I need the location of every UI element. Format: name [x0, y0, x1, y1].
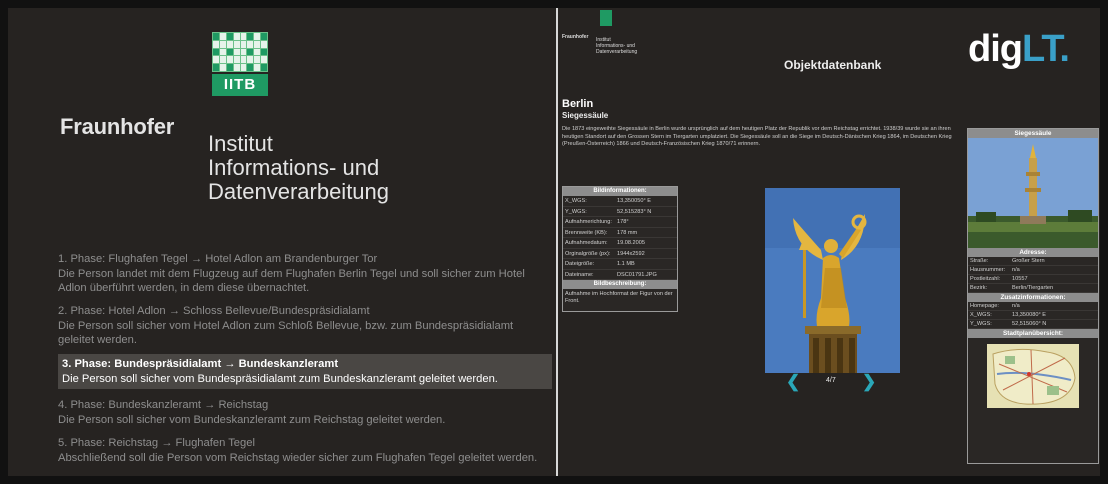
info-key: Dateiname:: [565, 271, 594, 278]
address-value: Großer Stern: [1012, 258, 1045, 264]
iitb-logo: IITB: [212, 32, 268, 96]
info-key: X_WGS:: [565, 198, 587, 204]
info-key: Aufnahmerichtung:: [565, 219, 612, 225]
phase-item-3-active[interactable]: 3. Phase: Bundespräsidialamt → Bundeskan…: [58, 354, 552, 389]
address-value: Berlin/Tiergarten: [1012, 285, 1054, 291]
extra-key: X_WGS:: [970, 312, 992, 318]
info-value: 178°: [617, 219, 629, 225]
info-key: Y_WGS:: [565, 208, 587, 215]
info-key: Brennweite (KB):: [565, 229, 608, 236]
info-value: 52,515283° N: [617, 208, 652, 215]
phase-title: 2. Phase: Hotel Adlon → Schloss Bellevue…: [58, 305, 370, 317]
phase-item-1[interactable]: 1. Phase: Flughafen Tegel → Hotel Adlon …: [58, 252, 550, 296]
iitb-logo-text: IITB: [212, 74, 268, 96]
phase-text: Die Person soll sicher vom Bundeskanzler…: [58, 413, 446, 426]
phase-item-5[interactable]: 5. Phase: Reichstag → Flughafen Tegel Ab…: [58, 436, 550, 465]
institute-line: Datenverarbeitung: [208, 179, 390, 204]
info-value: 1944x2592: [617, 250, 645, 257]
info-value: 178 mm: [617, 229, 638, 236]
phase-item-2[interactable]: 2. Phase: Hotel Adlon → Schloss Bellevue…: [58, 304, 550, 348]
extra-value: n/a: [1012, 303, 1020, 309]
info-row: Dateiname: DSC01791.JPG: [563, 270, 677, 280]
fh-small-name: Fraunhofer: [562, 34, 589, 40]
victoria-statue-image: [765, 188, 900, 373]
page-title: Objektdatenbank: [784, 58, 882, 72]
extra-value: 13,350080° E: [1012, 312, 1046, 318]
extra-row: Y_WGS: 52,515060° N: [968, 320, 1098, 329]
phase-text: Die Person landet mit dem Flugzeug auf d…: [58, 267, 525, 295]
institute-line: Institut: [208, 131, 273, 156]
info-value: 1.1 MB: [617, 261, 635, 267]
address-key: Postleitzahl:: [970, 276, 1001, 282]
extra-row: X_WGS: 13,350080° E: [968, 311, 1098, 320]
next-image-arrow-icon[interactable]: ❯: [862, 372, 876, 392]
phase-text: Die Person soll sicher vom Bundespräsidi…: [62, 372, 498, 385]
extra-key: Homepage:: [970, 303, 999, 309]
phase-title: 5. Phase: Reichstag → Flughafen Tegel: [58, 437, 255, 449]
info-value: DSC01791.JPG: [617, 271, 657, 278]
prev-image-arrow-icon[interactable]: ❮: [786, 372, 800, 392]
fh-small-institute: Institut Informations- und Datenverarbei…: [596, 37, 656, 55]
column-thumbnail-image: [968, 138, 1098, 248]
info-value: 13,350050° E: [617, 198, 651, 204]
address-key: Hausnummer:: [970, 267, 1006, 273]
info-row: Brennweite (KB): 178 mm: [563, 228, 677, 238]
info-row: Orginalgröße (px): 1944x2592: [563, 249, 677, 259]
stadtplan-header: Stadtplanübersicht:: [968, 329, 1098, 338]
fh-small-line: Datenverarbeitung: [596, 49, 638, 55]
address-key: Bezirk:: [970, 285, 988, 291]
info-key: Orginalgröße (px):: [565, 250, 611, 257]
phase-text: Abschließend soll die Person vom Reichst…: [58, 451, 538, 464]
iitb-logo-grid-icon: [212, 32, 268, 72]
phase-item-4[interactable]: 4. Phase: Bundeskanzleramt → Reichstag D…: [58, 398, 550, 427]
address-row: Hausnummer: n/a: [968, 266, 1098, 275]
city-map[interactable]: [987, 344, 1079, 408]
diglt-logo-b: LT.: [1021, 28, 1070, 70]
adresse-header: Adresse:: [968, 248, 1098, 257]
phase-title: 4. Phase: Bundeskanzleramt → Reichstag: [58, 399, 269, 411]
org-name: Fraunhofer: [60, 114, 175, 139]
institute-line: Informations- und: [208, 155, 380, 180]
diglt-logo-a: dig: [968, 28, 1023, 70]
city-heading: Berlin: [562, 98, 594, 110]
info-key: Dateigröße:: [565, 261, 595, 267]
info-key: Aufnahmedatum:: [565, 240, 608, 246]
institute-name: Institut Informations- und Datenverarbei…: [208, 132, 389, 204]
extra-row: Homepage: n/a: [968, 302, 1098, 311]
info-row: Aufnahmerichtung: 178°: [563, 217, 677, 228]
address-value: 10557: [1012, 276, 1028, 282]
object-sidebar: Siegessäule Adresse: Straße: Großer Stern…: [967, 128, 1099, 464]
address-value: n/a: [1012, 267, 1020, 273]
phase-title: 1. Phase: Flughafen Tegel → Hotel Adlon …: [58, 253, 378, 265]
main-photo[interactable]: [765, 188, 900, 373]
info-row: X_WGS: 13,350050° E: [563, 196, 677, 207]
bildinfo-header: Bildinformationen:: [563, 187, 677, 196]
object-description: Die 1873 eingeweihte Siegessäule in Berl…: [562, 126, 952, 148]
phase-title: 3. Phase: Bundespräsidialamt → Bundeskan…: [62, 358, 339, 370]
info-row: Dateigröße: 1.1 MB: [563, 259, 677, 270]
siegessaeule-thumbnail[interactable]: [968, 138, 1098, 248]
bildbeschreibung-header: Bildbeschreibung:: [563, 280, 677, 289]
image-pager: ❮ 4/7 ❯: [786, 372, 880, 392]
info-row: Y_WGS: 52,515283° N: [563, 207, 677, 217]
info-row: Aufnahmedatum: 19.08.2005: [563, 238, 677, 249]
bildbeschreibung-text: Aufnahme im Hochformat der Figur von der…: [565, 291, 673, 304]
berlin-map-image: [987, 344, 1079, 408]
address-row: Bezirk: Berlin/Tiergarten: [968, 284, 1098, 293]
object-heading: Siegessäule: [562, 111, 609, 120]
pager-count: 4/7: [826, 377, 836, 384]
zusatz-header: Zusatzinformationen:: [968, 293, 1098, 302]
diglt-logo: digLT.: [968, 28, 1070, 71]
bildinformationen-box: Bildinformationen: X_WGS: 13,350050° E Y_…: [562, 186, 678, 312]
address-row: Postleitzahl: 10557: [968, 275, 1098, 284]
sidebar-title: Siegessäule: [968, 129, 1098, 138]
address-row: Straße: Großer Stern: [968, 257, 1098, 266]
iitb-mini-logo-icon: [600, 10, 612, 26]
extra-key: Y_WGS:: [970, 321, 992, 327]
address-key: Straße:: [970, 258, 989, 264]
info-value: 19.08.2005: [617, 240, 645, 246]
phase-text: Die Person soll sicher vom Hotel Adlon z…: [58, 319, 514, 347]
extra-value: 52,515060° N: [1012, 321, 1047, 327]
